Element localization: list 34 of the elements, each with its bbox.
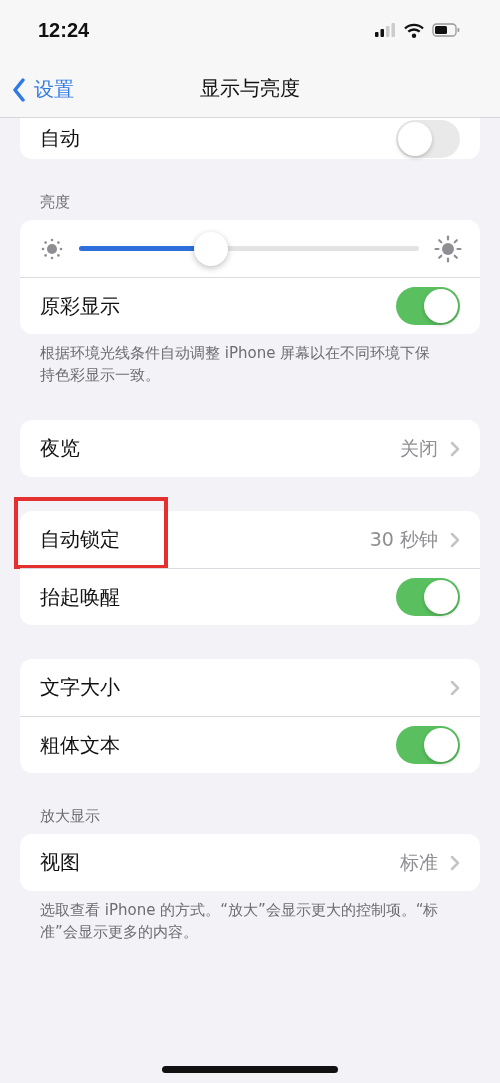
toggle-switch[interactable] bbox=[396, 119, 460, 158]
signal-icon bbox=[374, 23, 396, 37]
toggle-switch[interactable] bbox=[396, 578, 460, 616]
setting-label: 自动 bbox=[40, 125, 80, 152]
back-button[interactable]: 设置 bbox=[10, 74, 76, 105]
chevron-right-icon bbox=[450, 440, 460, 457]
setting-value: 标准 bbox=[400, 849, 438, 875]
setting-value: 关闭 bbox=[400, 435, 438, 461]
battery-icon bbox=[432, 23, 460, 37]
section-footer: 根据环境光线条件自动调整 iPhone 屏幕以在不同环境下保持色彩显示一致。 bbox=[20, 334, 480, 386]
sun-large-icon bbox=[434, 234, 462, 263]
setting-label: 粗体文本 bbox=[40, 731, 120, 759]
setting-label: 视图 bbox=[40, 849, 80, 876]
slider-thumb[interactable] bbox=[194, 231, 229, 266]
chevron-right-icon bbox=[450, 854, 460, 871]
setting-label: 文字大小 bbox=[40, 674, 120, 701]
sun-small-icon bbox=[40, 236, 64, 261]
status-time: 12:24 bbox=[38, 18, 90, 42]
chevron-right-icon bbox=[450, 531, 460, 548]
setting-label: 夜览 bbox=[40, 435, 80, 462]
setting-label: 抬起唤醒 bbox=[40, 583, 120, 611]
brightness-slider[interactable] bbox=[78, 230, 420, 267]
setting-label: 原彩显示 bbox=[40, 292, 120, 320]
section-footer: 选取查看 iPhone 的方式。“放大”会显示更大的控制项。“标准”会显示更多的内容。 bbox=[20, 891, 480, 943]
toggle-switch[interactable] bbox=[396, 287, 460, 325]
toggle-switch[interactable] bbox=[396, 726, 460, 764]
section-header: 亮度 bbox=[39, 193, 71, 213]
wifi-icon bbox=[404, 22, 424, 38]
setting-value: 30 秒钟 bbox=[369, 526, 438, 552]
chevron-right-icon bbox=[450, 679, 460, 696]
page-title: 显示与亮度 bbox=[200, 75, 300, 102]
setting-label: 自动锁定 bbox=[40, 526, 120, 553]
chevron-left-icon bbox=[12, 77, 26, 102]
section-header: 放大显示 bbox=[39, 807, 101, 827]
